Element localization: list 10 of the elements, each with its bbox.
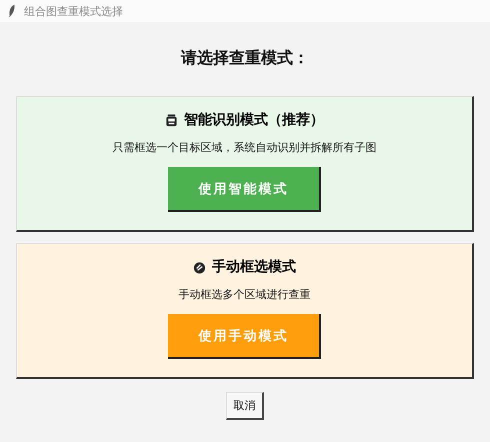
cancel-button[interactable]: 取消 bbox=[226, 392, 264, 420]
mode-button[interactable]: 使用智能模式 bbox=[168, 167, 321, 212]
mode-description: 手动框选多个区域进行查重 bbox=[178, 287, 310, 302]
window-title: 组合图查重模式选择 bbox=[24, 4, 123, 18]
mode-title: 智能识别模式（推荐） bbox=[184, 111, 324, 129]
mode-button[interactable]: 使用手动模式 bbox=[168, 314, 321, 359]
mode-description: 只需框选一个目标区域，系统自动识别并拆解所有子图 bbox=[112, 140, 376, 155]
dialog-heading: 请选择查重模式： bbox=[181, 48, 309, 69]
mode-title: 手动框选模式 bbox=[212, 258, 296, 276]
feather-icon bbox=[8, 4, 16, 18]
